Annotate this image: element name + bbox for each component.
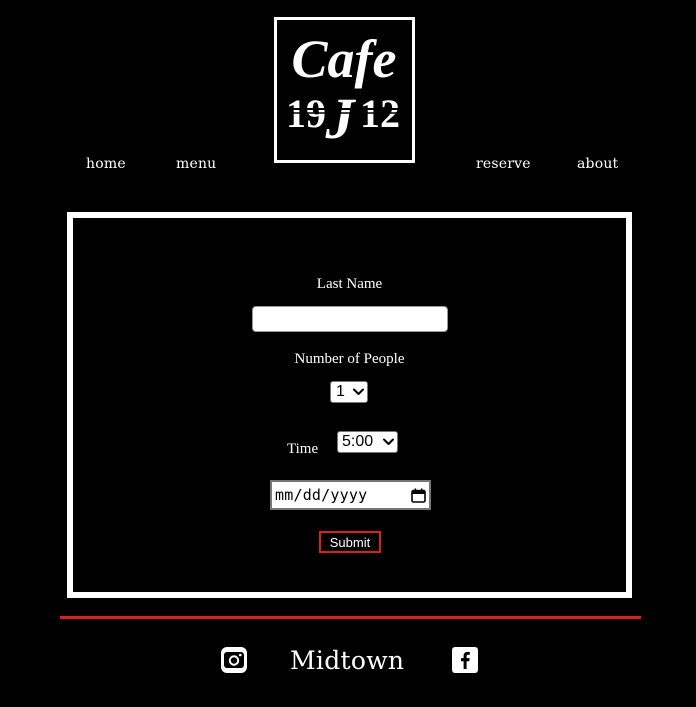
time-select-value: 5:00 — [342, 433, 374, 450]
time-select[interactable]: 5:00 — [337, 431, 398, 453]
nav-reserve-link[interactable]: reserve — [476, 156, 531, 172]
date-placeholder: mm/dd/yyyy — [275, 486, 368, 504]
date-input[interactable]: mm/dd/yyyy — [270, 480, 431, 510]
instagram-icon[interactable] — [221, 647, 247, 673]
people-label: Number of People — [294, 351, 405, 367]
last-name-label: Last Name — [316, 276, 383, 292]
logo-year-mid: J — [325, 86, 357, 151]
calendar-icon[interactable] — [410, 487, 426, 503]
logo-word: Cafe — [292, 29, 397, 89]
last-name-input[interactable] — [252, 306, 448, 332]
nav-menu-link[interactable]: menu — [176, 156, 216, 172]
chevron-down-icon — [352, 386, 364, 398]
chevron-down-icon — [382, 436, 394, 448]
nav-about-link[interactable]: about — [577, 156, 618, 172]
cafe-1912-logo[interactable]: Cafe 19 J 12 — [274, 17, 415, 163]
footer-divider — [60, 616, 641, 619]
facebook-icon[interactable] — [452, 647, 478, 673]
people-select-value: 1 — [336, 383, 345, 400]
footer-location: Midtown — [290, 646, 405, 675]
submit-button[interactable]: Submit — [319, 531, 381, 553]
reservation-form: Last Name Number of People 1 Time 5:00 m… — [67, 212, 632, 598]
people-select[interactable]: 1 — [330, 381, 368, 403]
time-label: Time — [287, 441, 319, 457]
nav-home-link[interactable]: home — [86, 156, 126, 172]
